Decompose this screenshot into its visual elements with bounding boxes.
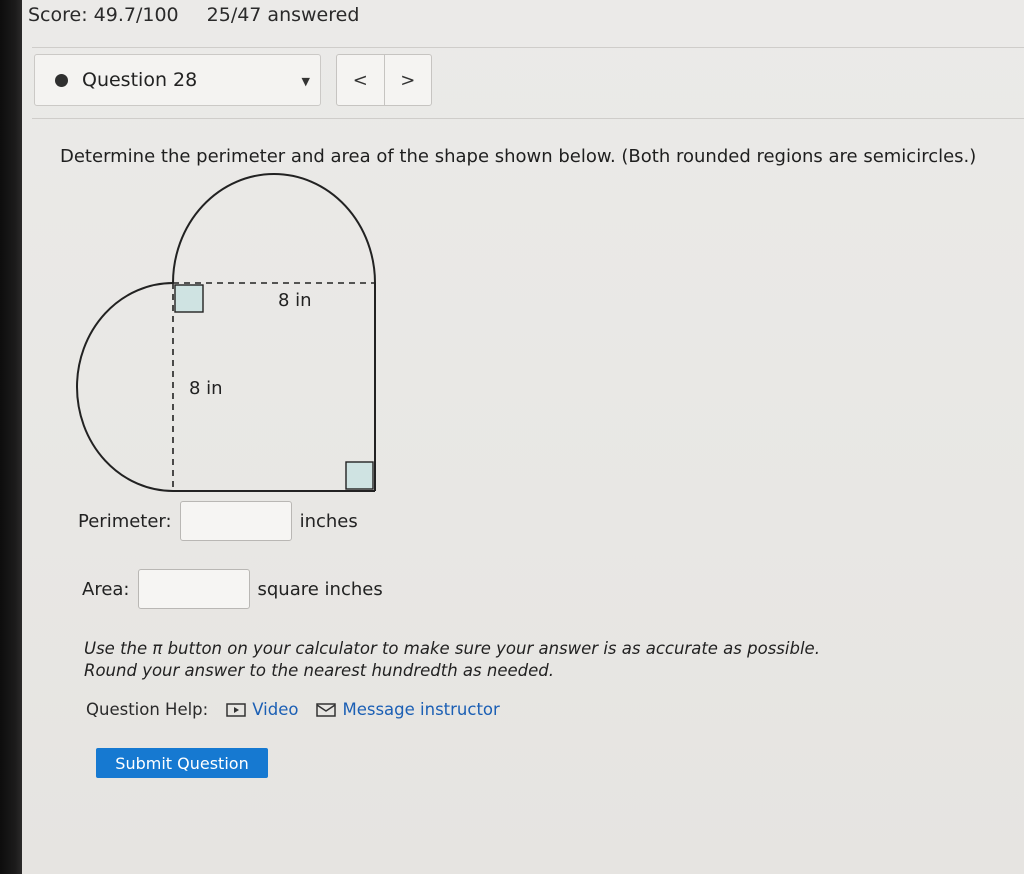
score-bar: Score: 49.7/100 25/47 answered bbox=[28, 4, 359, 26]
area-unit: square inches bbox=[257, 578, 383, 600]
perimeter-input[interactable] bbox=[179, 501, 292, 541]
previous-question-button[interactable]: < bbox=[337, 55, 384, 105]
perimeter-unit: inches bbox=[299, 510, 358, 532]
monitor-bezel bbox=[0, 0, 22, 874]
question-help: Question Help: Video Message instructor bbox=[86, 700, 500, 719]
score-text: Score: 49.7/100 bbox=[28, 4, 179, 26]
top-semicircle bbox=[172, 173, 376, 284]
video-icon bbox=[226, 702, 246, 717]
side-dimension-label: 8 in bbox=[189, 378, 223, 399]
instruction-line: Use the π button on your calculator to m… bbox=[84, 639, 820, 658]
perimeter-row: Perimeter: inches bbox=[78, 501, 358, 541]
left-semicircle bbox=[76, 282, 174, 492]
area-input[interactable] bbox=[137, 569, 250, 609]
perimeter-label: Perimeter: bbox=[78, 510, 172, 532]
right-angle-marker bbox=[345, 461, 374, 490]
envelope-icon bbox=[316, 702, 337, 717]
screen: Score: 49.7/100 25/47 answered Question … bbox=[22, 0, 1024, 874]
answered-count: 25/47 answered bbox=[206, 4, 360, 26]
top-dimension-label: 8 in bbox=[278, 290, 312, 311]
question-help-label: Question Help: bbox=[86, 700, 209, 719]
dropdown-caret-icon: ▼ bbox=[301, 75, 310, 88]
shape-figure: 8 in 8 in bbox=[76, 173, 376, 492]
question-nav: < > bbox=[336, 54, 432, 106]
right-angle-marker bbox=[174, 284, 204, 313]
instruction-line: Round your answer to the nearest hundred… bbox=[84, 661, 554, 680]
next-question-button[interactable]: > bbox=[383, 55, 432, 105]
area-label: Area: bbox=[82, 578, 130, 600]
divider bbox=[32, 118, 1024, 119]
message-instructor-text: Message instructor bbox=[342, 700, 500, 719]
question-selector[interactable]: Question 28 ▼ bbox=[34, 54, 321, 106]
submit-question-button[interactable]: Submit Question bbox=[96, 748, 268, 778]
question-label: Question 28 bbox=[82, 69, 198, 91]
question-prompt: Determine the perimeter and area of the … bbox=[60, 146, 977, 167]
instructions: Use the π button on your calculator to m… bbox=[84, 638, 820, 682]
message-instructor-link[interactable]: Message instructor bbox=[316, 700, 500, 719]
area-row: Area: square inches bbox=[82, 569, 383, 609]
video-link-text: Video bbox=[252, 700, 299, 719]
video-link[interactable]: Video bbox=[226, 700, 298, 719]
divider bbox=[32, 47, 1024, 48]
status-dot-icon bbox=[55, 73, 68, 87]
